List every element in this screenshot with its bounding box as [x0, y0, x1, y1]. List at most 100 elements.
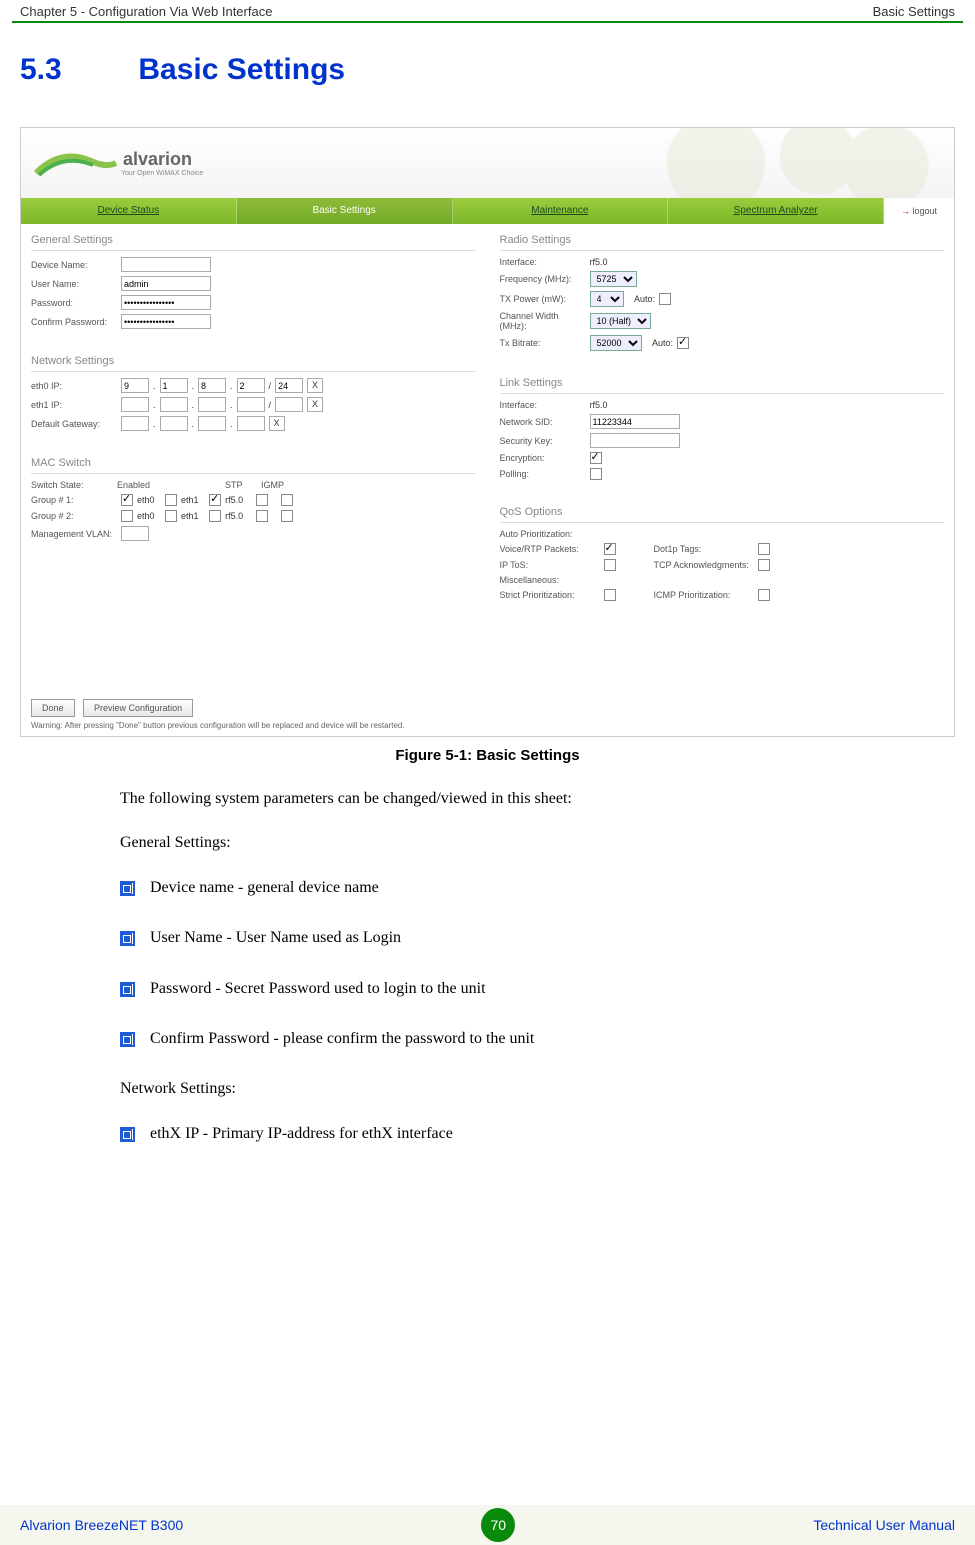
screenshot-figure: alvarion Your Open WiMAX Choice Device S…	[20, 127, 955, 737]
stp-header: STP	[225, 480, 261, 490]
sid-input[interactable]	[590, 414, 680, 429]
polling-check[interactable]	[590, 468, 602, 480]
section-number: 5.3	[20, 53, 130, 87]
bullet-icon	[120, 1128, 132, 1140]
mgmt-vlan-input[interactable]	[121, 526, 149, 541]
nav-basic-settings[interactable]: Basic Settings	[237, 198, 453, 224]
eth0-oct2[interactable]	[160, 378, 188, 393]
device-name-label: Device Name:	[31, 260, 117, 270]
g1-eth1-label: eth1	[181, 495, 199, 505]
txpower-select[interactable]: 4	[590, 291, 624, 307]
general-settings-heading: General Settings:	[120, 832, 905, 854]
worldmap-decoration	[614, 128, 954, 198]
g1-eth1-check[interactable]	[165, 494, 177, 506]
nav-device-status[interactable]: Device Status	[21, 198, 237, 224]
radio-interface-value: rf5.0	[590, 257, 608, 267]
bullet-icon	[120, 882, 132, 894]
gw-oct1[interactable]	[121, 416, 149, 431]
encryption-label: Encryption:	[500, 453, 586, 463]
list-item: ethX IP - Primary IP-address for ethX in…	[120, 1123, 905, 1145]
dot1p-label: Dot1p Tags:	[654, 544, 754, 554]
list-item: Confirm Password - please confirm the pa…	[120, 1028, 905, 1050]
eth1-oct2[interactable]	[160, 397, 188, 412]
preview-config-button[interactable]: Preview Configuration	[83, 699, 193, 717]
seckey-label: Security Key:	[500, 436, 586, 446]
network-settings-heading: Network Settings:	[120, 1078, 905, 1100]
device-name-input[interactable]	[121, 257, 211, 272]
g2-stp-check[interactable]	[256, 510, 268, 522]
network-settings-title: Network Settings	[31, 351, 476, 372]
general-settings-title: General Settings	[31, 230, 476, 251]
footer-left: Alvarion BreezeNET B300	[20, 1517, 183, 1533]
nav-maintenance[interactable]: Maintenance	[453, 198, 669, 224]
eth0-clear-button[interactable]: X	[307, 378, 323, 393]
eth0-mask[interactable]	[275, 378, 303, 393]
tcpack-check[interactable]	[758, 559, 770, 571]
done-button[interactable]: Done	[31, 699, 75, 717]
body-content: The following system parameters can be c…	[120, 788, 905, 1145]
bitrate-auto-label: Auto:	[652, 338, 673, 348]
dot1p-check[interactable]	[758, 543, 770, 555]
eth1-oct1[interactable]	[121, 397, 149, 412]
chwidth-select[interactable]: 10 (Half)	[590, 313, 651, 329]
page-number-badge: 70	[481, 1508, 515, 1542]
page-footer: Alvarion BreezeNET B300 70 Technical Use…	[0, 1505, 975, 1545]
gw-oct4[interactable]	[237, 416, 265, 431]
section-heading: 5.3 Basic Settings	[0, 53, 975, 87]
warning-text: Warning: After pressing "Done" button pr…	[31, 721, 944, 730]
txpower-auto-check[interactable]	[659, 293, 671, 305]
auto-prio-label: Auto Prioritization:	[500, 529, 620, 539]
g2-eth0-check[interactable]	[121, 510, 133, 522]
radio-interface-label: Interface:	[500, 257, 586, 267]
qos-title: QoS Options	[500, 502, 945, 523]
g1-stp-check[interactable]	[256, 494, 268, 506]
nav-spectrum-analyzer[interactable]: Spectrum Analyzer	[668, 198, 884, 224]
g1-rf-check[interactable]	[209, 494, 221, 506]
misc-label: Miscellaneous:	[500, 575, 620, 585]
header-right: Basic Settings	[873, 4, 955, 19]
encryption-check[interactable]	[590, 452, 602, 464]
gw-oct2[interactable]	[160, 416, 188, 431]
mac-switch-title: MAC Switch	[31, 453, 476, 474]
intro-paragraph: The following system parameters can be c…	[120, 788, 905, 810]
strict-check[interactable]	[604, 589, 616, 601]
g1-igmp-check[interactable]	[281, 494, 293, 506]
eth1-oct4[interactable]	[237, 397, 265, 412]
section-title: Basic Settings	[138, 53, 345, 86]
group1-label: Group # 1:	[31, 495, 117, 505]
eth0-oct4[interactable]	[237, 378, 265, 393]
g1-eth0-check[interactable]	[121, 494, 133, 506]
ui-navbar: Device Status Basic Settings Maintenance…	[21, 198, 954, 224]
password-input[interactable]	[121, 295, 211, 310]
bitrate-select[interactable]: 52000	[590, 335, 642, 351]
freq-select[interactable]: 5725	[590, 271, 637, 287]
g2-eth1-check[interactable]	[165, 510, 177, 522]
eth1-clear-button[interactable]: X	[307, 397, 323, 412]
bitrate-label: Tx Bitrate:	[500, 338, 586, 348]
alvarion-logo-icon	[31, 143, 121, 183]
chwidth-label: Channel Width (MHz):	[500, 311, 586, 331]
gw-oct3[interactable]	[198, 416, 226, 431]
user-name-input[interactable]	[121, 276, 211, 291]
icmp-check[interactable]	[758, 589, 770, 601]
seckey-input[interactable]	[590, 433, 680, 448]
g2-igmp-check[interactable]	[281, 510, 293, 522]
header-rule	[12, 21, 963, 23]
polling-label: Polling:	[500, 469, 586, 479]
iptos-label: IP ToS:	[500, 560, 600, 570]
switch-state-value: Enabled	[117, 480, 175, 490]
logout-link[interactable]: logout	[884, 198, 954, 224]
logo-tagline: Your Open WiMAX Choice	[121, 170, 203, 177]
g2-rf-check[interactable]	[209, 510, 221, 522]
confirm-password-input[interactable]	[121, 314, 211, 329]
eth0-oct1[interactable]	[121, 378, 149, 393]
gw-clear-button[interactable]: X	[269, 416, 285, 431]
bitrate-auto-check[interactable]	[677, 337, 689, 349]
voice-check[interactable]	[604, 543, 616, 555]
eth0-oct3[interactable]	[198, 378, 226, 393]
iptos-check[interactable]	[604, 559, 616, 571]
radio-settings-title: Radio Settings	[500, 230, 945, 251]
eth1-oct3[interactable]	[198, 397, 226, 412]
eth1-mask[interactable]	[275, 397, 303, 412]
bullet-icon	[120, 983, 132, 995]
